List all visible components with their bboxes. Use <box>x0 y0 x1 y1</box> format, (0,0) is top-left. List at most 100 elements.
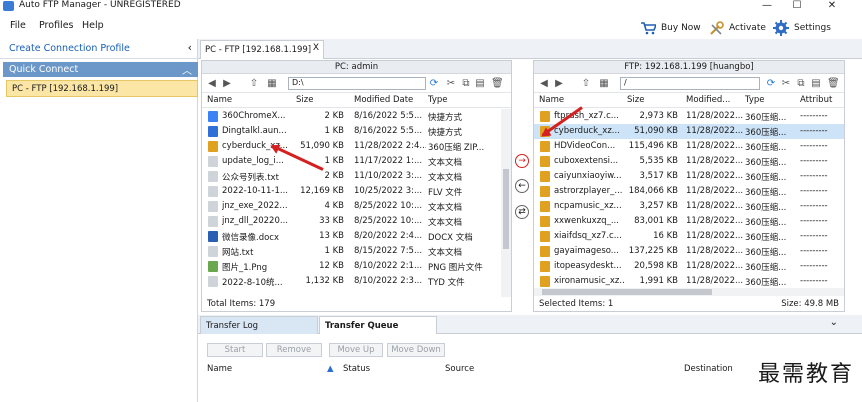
chevron-up-icon[interactable]: ︿ <box>182 62 192 77</box>
delete-icon[interactable]: 🗑 <box>491 78 504 90</box>
create-connection-profile-label: Create Connection Profile <box>9 43 130 54</box>
file-size: 13 KB <box>319 231 344 241</box>
queue-col-destination[interactable]: Destination <box>684 364 733 374</box>
file-type: 360压缩... <box>745 278 787 288</box>
table-row[interactable]: 网站.txt 1 KB 8/15/2022 7:5... 文本文档 <box>202 244 511 259</box>
file-date: 11/28/2022... <box>686 156 744 166</box>
col-type[interactable]: Type <box>428 95 448 105</box>
settings-button[interactable]: Settings <box>773 17 831 39</box>
forward-icon[interactable]: ▶ <box>553 78 565 90</box>
col-size[interactable]: Size <box>627 95 644 105</box>
file-type: TYD 文件 <box>428 278 465 288</box>
sync-icon[interactable]: ⇄ <box>515 205 529 219</box>
table-row[interactable]: Dingtalkl.aun... 1 KB 8/16/2022 5:5... 快捷方式 <box>202 124 511 139</box>
paste-icon[interactable]: ▤ <box>474 78 486 90</box>
col-modified[interactable]: Modified... <box>686 95 730 105</box>
menu-profiles[interactable]: Profiles <box>39 20 74 31</box>
queue-col-status[interactable]: Status <box>343 364 370 374</box>
move-up-button[interactable]: Move Up <box>329 343 383 357</box>
table-row[interactable]: jnz_exe_2022... 4 KB 8/25/2022 10:... 文本文档 <box>202 199 511 214</box>
copy-icon[interactable]: ⧉ <box>460 78 472 90</box>
quick-connect-header[interactable]: Quick Connect ︿ <box>3 62 198 77</box>
file-date: 11/17/2022 1:... <box>354 156 423 166</box>
refresh-icon[interactable]: ⟳ <box>765 78 777 90</box>
activate-button[interactable]: Activate <box>709 17 766 39</box>
paste-icon[interactable]: ▤ <box>810 78 822 90</box>
tab-close-button[interactable]: X <box>313 43 319 53</box>
table-row[interactable]: caiyunxiaoyiw... 3,517 KB 11/28/2022... 360… <box>534 169 844 184</box>
queue-col-source[interactable]: Source <box>445 364 474 374</box>
table-row[interactable]: gayaimageso... 137,225 KB 11/28/2022... 360… <box>534 244 844 259</box>
file-date: 8/25/2022 10:... <box>354 216 423 226</box>
back-icon[interactable]: ◀ <box>206 78 218 90</box>
collapse-left-icon[interactable]: ‹ <box>188 41 192 54</box>
col-name[interactable]: Name <box>539 95 564 105</box>
queue-col-name[interactable]: Name <box>207 364 232 374</box>
local-scroll-thumb[interactable] <box>503 169 509 249</box>
refresh-icon[interactable]: ⟳ <box>428 78 440 90</box>
drive-icon[interactable]: ▦ <box>266 78 278 90</box>
table-row[interactable]: 360ChromeX... 2 KB 8/16/2022 5:5... 快捷方式 <box>202 109 511 124</box>
sidebar-item-label: PC - FTP [192.168.1.199] <box>12 84 119 94</box>
table-row[interactable]: cyberduck_xz... 51,090 KB 11/28/2022... 360… <box>534 124 844 139</box>
remote-path-input[interactable]: / <box>620 77 760 90</box>
table-row[interactable]: 微信录像.docx 13 KB 8/20/2022 2:4... DOCX 文档 <box>202 229 511 244</box>
table-row[interactable]: itopeasydeskt... 20,598 KB 11/28/2022... 36… <box>534 259 844 274</box>
file-size: 137,225 KB <box>628 246 678 256</box>
file-size: 5,535 KB <box>639 156 678 166</box>
remove-button[interactable]: Remove <box>266 343 322 357</box>
local-path-input[interactable]: D:\ <box>288 77 426 90</box>
buy-now-button[interactable]: Buy Now <box>640 17 701 39</box>
remote-hscrollbar[interactable] <box>534 288 844 296</box>
table-row[interactable]: cyberduck_xz... 51,090 KB 11/28/2022 2:4..… <box>202 139 511 154</box>
maximize-button[interactable]: ☐ <box>782 0 812 11</box>
move-down-button[interactable]: Move Down <box>387 343 445 357</box>
tab-transfer-log[interactable]: Transfer Log <box>200 316 318 334</box>
up-folder-icon[interactable]: ⇧ <box>248 78 260 90</box>
copy-icon[interactable]: ⧉ <box>795 78 807 90</box>
download-arrow-icon[interactable]: ← <box>515 179 529 193</box>
col-name[interactable]: Name <box>207 95 232 105</box>
table-row[interactable]: update_log_i... 1 KB 11/17/2022 1:... 文本文档 <box>202 154 511 169</box>
table-row[interactable]: cuboxextensi... 5,535 KB 11/28/2022... 360压… <box>534 154 844 169</box>
menu-help[interactable]: Help <box>82 20 104 31</box>
table-row[interactable]: xironamusic_xz... 1,991 KB 11/28/2022... 36… <box>534 274 844 289</box>
col-attributes[interactable]: Attribut <box>800 95 832 105</box>
create-connection-profile-link[interactable]: Create Connection Profile ‹ <box>0 39 198 59</box>
tab-transfer-queue[interactable]: Transfer Queue <box>319 316 437 334</box>
close-button[interactable]: ✕ <box>817 0 847 11</box>
minimize-button[interactable]: — <box>752 0 782 11</box>
table-row[interactable]: xxwenkuxzq_... 83,001 KB 11/28/2022... 360压… <box>534 214 844 229</box>
local-scrollbar[interactable] <box>501 109 511 297</box>
tab-pc-ftp[interactable]: PC - FTP [192.168.1.199] X <box>200 40 324 59</box>
table-row[interactable]: HDVideoCon... 115,496 KB 11/28/2022... 360压… <box>534 139 844 154</box>
cut-icon[interactable]: ✂ <box>780 78 792 90</box>
col-modified[interactable]: Modified Date <box>354 95 413 105</box>
table-row[interactable]: 2022-8-10统... 1,132 KB 8/10/2022 2:3... TYD… <box>202 274 511 289</box>
table-row[interactable]: 2022-10-11-1... 12,169 KB 10/25/2022 3:...… <box>202 184 511 199</box>
table-row[interactable]: xiaifdsq_xz7.c... 16 KB 11/28/2022... 360压缩… <box>534 229 844 244</box>
cut-icon[interactable]: ✂ <box>445 78 457 90</box>
sidebar-item-pc-ftp[interactable]: PC - FTP [192.168.1.199] <box>6 80 198 97</box>
delete-icon[interactable]: 🗑 <box>827 78 840 90</box>
remote-pane-status: Selected Items: 1 Size: 49.8 MB <box>534 297 844 311</box>
up-folder-icon[interactable]: ⇧ <box>580 78 592 90</box>
table-row[interactable]: 图片_1.Png 12 KB 8/10/2022 2:1... PNG 图片文件 <box>202 259 511 274</box>
table-row[interactable]: ftprush_xz7.c... 2,973 KB 11/28/2022... 360… <box>534 109 844 124</box>
menu-file[interactable]: File <box>10 20 26 31</box>
chevron-down-icon[interactable]: ⌄ <box>830 317 838 328</box>
remote-hscroll-thumb[interactable] <box>542 289 712 295</box>
table-row[interactable]: astrorzplayer_... 184,066 KB 11/28/2022...… <box>534 184 844 199</box>
col-type[interactable]: Type <box>745 95 765 105</box>
table-row[interactable]: 公众号列表.txt 2 KB 11/10/2022 3:... 文本文档 <box>202 169 511 184</box>
start-button[interactable]: Start <box>207 343 263 357</box>
col-size[interactable]: Size <box>296 95 313 105</box>
table-row[interactable]: ncpamusic_xz... 3,257 KB 11/28/2022... 360压… <box>534 199 844 214</box>
forward-icon[interactable]: ▶ <box>221 78 233 90</box>
upload-arrow-icon[interactable]: → <box>515 154 529 168</box>
file-size: 51,090 KB <box>634 126 678 136</box>
back-icon[interactable]: ◀ <box>538 78 550 90</box>
table-row[interactable]: jnz_dll_20220... 33 KB 8/25/2022 10:... 文本文… <box>202 214 511 229</box>
drive-icon[interactable]: ▦ <box>598 78 610 90</box>
file-size: 12,169 KB <box>300 186 344 196</box>
